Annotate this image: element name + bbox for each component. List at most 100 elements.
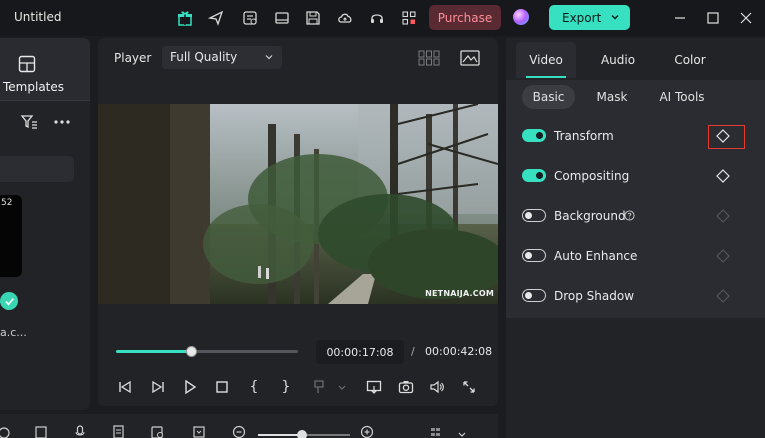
property-label: Auto Enhance <box>554 249 638 263</box>
background-toggle[interactable] <box>522 209 546 222</box>
display-icon[interactable] <box>364 377 384 397</box>
play-icon[interactable] <box>180 377 200 397</box>
drop-shadow-toggle[interactable] <box>522 289 546 302</box>
settings-icon[interactable] <box>0 424 14 438</box>
close-icon[interactable] <box>735 7 757 29</box>
image-settings-icon[interactable] <box>150 424 164 438</box>
tab-video[interactable]: Video <box>516 42 576 78</box>
tab-color[interactable]: Color <box>660 42 720 78</box>
fullscreen-icon[interactable] <box>459 377 479 397</box>
export-button[interactable]: Export <box>549 5 630 30</box>
tab-templates[interactable]: Templates <box>0 38 90 100</box>
save-icon[interactable] <box>302 7 324 29</box>
auto-enhance-toggle[interactable] <box>522 249 546 262</box>
progress-handle[interactable] <box>185 346 197 357</box>
more-icon[interactable] <box>53 113 71 131</box>
mark-out-icon[interactable]: } <box>276 377 296 397</box>
grid-view-icon[interactable] <box>430 424 444 438</box>
progress-fill <box>116 350 191 353</box>
clip-icon[interactable] <box>34 424 48 438</box>
time-separator: / <box>411 345 415 358</box>
purchase-button[interactable]: Purchase <box>429 5 501 30</box>
property-sub-tabs: Basic Mask AI Tools <box>506 80 765 116</box>
check-icon <box>0 292 18 310</box>
forest-scene-image <box>98 104 498 304</box>
snapshot-icon[interactable] <box>396 377 416 397</box>
filter-icon[interactable] <box>20 113 38 131</box>
playback-progress-slider[interactable] <box>116 346 298 357</box>
divider <box>0 100 90 101</box>
send-icon[interactable] <box>205 7 227 29</box>
tab-templates-label: Templates <box>3 80 65 94</box>
headset-icon[interactable] <box>366 7 388 29</box>
timeline-toolbar <box>0 414 498 438</box>
thumbnail-name: a.c... <box>0 326 27 339</box>
video-preview[interactable]: NETNAIJA.COM <box>98 104 498 304</box>
tab-audio[interactable]: Audio <box>588 42 648 78</box>
property-label: Compositing <box>554 169 630 183</box>
transform-toggle[interactable] <box>522 129 546 142</box>
chevron-down-icon[interactable] <box>608 10 622 24</box>
apps-grid-icon[interactable] <box>398 7 420 29</box>
search-input[interactable] <box>0 156 74 182</box>
text-file-icon[interactable] <box>112 424 126 438</box>
property-label: Transform <box>554 129 614 143</box>
total-time: 00:00:42:08 <box>425 345 493 358</box>
property-label: Background <box>554 209 626 223</box>
basic-properties-list: Transform Compositing Background Auto En… <box>506 116 765 318</box>
zoom-handle[interactable] <box>297 430 308 438</box>
help-icon[interactable] <box>624 210 635 221</box>
maximize-icon[interactable] <box>702 7 724 29</box>
property-background[interactable]: Background <box>506 196 765 236</box>
tab-video-label: Video <box>529 53 563 67</box>
chevron-down-icon <box>265 55 273 60</box>
quality-select[interactable]: Full Quality <box>162 46 282 69</box>
cloud-upload-icon[interactable] <box>334 7 356 29</box>
prev-frame-icon[interactable] <box>115 377 135 397</box>
keyframe-diamond-icon <box>716 289 730 303</box>
property-drop-shadow[interactable]: Drop Shadow <box>506 276 765 316</box>
zoom-fill <box>258 434 303 436</box>
stop-icon[interactable] <box>212 377 232 397</box>
property-transform[interactable]: Transform <box>506 116 765 156</box>
next-frame-icon[interactable] <box>148 377 168 397</box>
microphone-icon[interactable] <box>73 424 87 438</box>
media-thumbnail[interactable]: 52 <box>0 195 22 277</box>
keyframe-diamond-icon <box>716 209 730 223</box>
player-panel: Player Full Quality NETNAIJA.COM 00:00:1… <box>98 38 498 406</box>
checklist-icon[interactable] <box>239 7 261 29</box>
templates-icon <box>18 55 36 73</box>
video-watermark: NETNAIJA.COM <box>425 289 494 298</box>
chevron-down-icon[interactable] <box>455 424 469 438</box>
current-time-field[interactable]: 00:00:17:08 <box>316 340 404 364</box>
grid-view-icon[interactable] <box>418 49 440 67</box>
app-title: Untitled <box>14 10 62 24</box>
frame-icon[interactable] <box>192 424 206 438</box>
zoom-in-icon[interactable] <box>360 424 374 438</box>
compositing-toggle[interactable] <box>522 169 546 182</box>
keyframe-diamond-icon[interactable] <box>715 128 731 144</box>
property-auto-enhance[interactable]: Auto Enhance <box>506 236 765 276</box>
gift-icon[interactable] <box>174 7 196 29</box>
keyframe-diamond-icon <box>716 249 730 263</box>
image-icon[interactable] <box>460 49 480 67</box>
player-label: Player <box>114 51 152 65</box>
quality-value: Full Quality <box>170 50 238 64</box>
title-bar: Untitled Purchase Export <box>0 0 765 36</box>
thumbnail-duration: 52 <box>1 198 13 208</box>
avatar[interactable] <box>513 9 529 25</box>
sub-tab-basic[interactable]: Basic <box>522 85 575 109</box>
sub-tab-ai-tools[interactable]: AI Tools <box>652 85 712 109</box>
film-icon[interactable] <box>271 7 293 29</box>
property-compositing[interactable]: Compositing <box>506 156 765 196</box>
keyframe-diamond-icon[interactable] <box>715 168 731 184</box>
mark-in-icon[interactable]: { <box>244 377 264 397</box>
volume-icon[interactable] <box>427 377 447 397</box>
sub-tab-mask[interactable]: Mask <box>588 85 636 109</box>
minimize-icon[interactable] <box>669 7 691 29</box>
zoom-out-icon[interactable] <box>232 424 246 438</box>
property-label: Drop Shadow <box>554 289 635 303</box>
properties-panel: Video Audio Color Basic Mask AI Tools Tr… <box>506 38 765 438</box>
property-tabs: Video Audio Color <box>506 38 765 80</box>
chevron-down-icon <box>332 377 352 397</box>
